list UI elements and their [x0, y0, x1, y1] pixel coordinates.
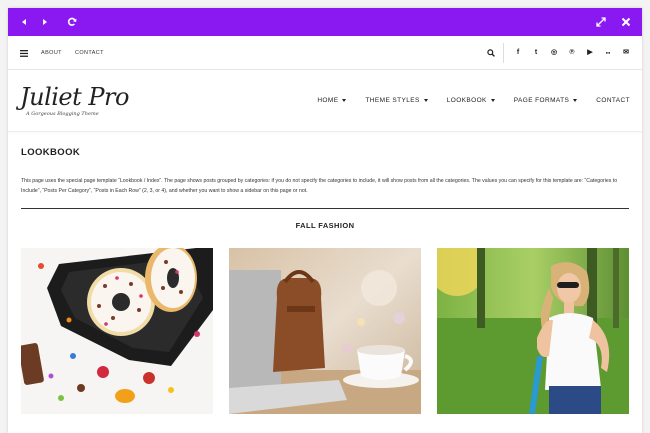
site-header: Juliet Pro A Gorgeous Blogging Theme HOM…	[8, 70, 642, 132]
nav-item-theme-styles[interactable]: THEME STYLES	[365, 97, 428, 104]
page-content: LOOKBOOK This page uses the special page…	[8, 147, 642, 414]
arrow-left-icon[interactable]	[18, 16, 30, 28]
nav-label: CONTACT	[596, 97, 630, 104]
expand-icon[interactable]	[595, 16, 607, 28]
page-description: This page uses the special page template…	[21, 178, 618, 194]
top-bar: ABOUT CONTACT f t ◎ ℗ ▶ ●● ✉	[8, 36, 642, 70]
topbar-link-contact[interactable]: CONTACT	[75, 50, 104, 56]
flickr-icon[interactable]: ●●	[604, 49, 612, 57]
divider	[503, 42, 504, 63]
chevron-down-icon	[573, 98, 578, 102]
main-nav: HOME THEME STYLES LOOKBOOK PAGE FORMATS …	[317, 97, 630, 104]
chevron-down-icon	[490, 98, 495, 102]
instagram-icon[interactable]: ◎	[550, 49, 558, 57]
nav-label: LOOKBOOK	[446, 97, 487, 104]
section-title: FALL FASHION	[295, 221, 355, 230]
nav-label: THEME STYLES	[365, 97, 420, 104]
page-title: LOOKBOOK	[21, 147, 81, 158]
close-icon[interactable]	[620, 16, 632, 28]
chevron-down-icon	[342, 98, 347, 102]
preview-bar	[8, 8, 642, 36]
site-tagline: A Gorgeous Blogging Theme	[26, 111, 99, 117]
nav-item-page-formats[interactable]: PAGE FORMATS	[513, 97, 578, 104]
nav-label: PAGE FORMATS	[513, 97, 570, 104]
search-icon[interactable]	[487, 44, 495, 62]
social-links: f t ◎ ℗ ▶ ●● ✉	[514, 49, 630, 57]
chevron-down-icon	[423, 98, 428, 102]
topbar-link-about[interactable]: ABOUT	[41, 50, 62, 56]
arrow-right-icon[interactable]	[39, 16, 51, 28]
nav-item-contact[interactable]: CONTACT	[596, 97, 630, 104]
refresh-icon[interactable]	[66, 16, 78, 28]
donuts-photo[interactable]	[21, 248, 213, 414]
twitter-icon[interactable]: t	[532, 49, 540, 57]
site-logo[interactable]: Juliet Pro	[20, 84, 129, 110]
woman-sunglasses-photo[interactable]	[437, 248, 629, 414]
pinterest-icon[interactable]: ℗	[568, 49, 576, 57]
hamburger-icon[interactable]	[20, 44, 28, 62]
nav-item-lookbook[interactable]: LOOKBOOK	[447, 97, 495, 104]
facebook-icon[interactable]: f	[514, 49, 522, 57]
brand[interactable]: Juliet Pro A Gorgeous Blogging Theme	[20, 84, 129, 117]
lookbook-grid	[21, 248, 629, 414]
nav-label: HOME	[317, 97, 339, 104]
youtube-icon[interactable]: ▶	[586, 49, 594, 57]
divider	[21, 208, 629, 209]
browser-frame: ABOUT CONTACT f t ◎ ℗ ▶ ●● ✉ Juliet Pro A Gorg…	[8, 8, 642, 433]
email-icon[interactable]: ✉	[622, 49, 630, 57]
laptop-coffee-photo[interactable]	[229, 248, 421, 414]
nav-item-home[interactable]: HOME	[317, 97, 347, 104]
